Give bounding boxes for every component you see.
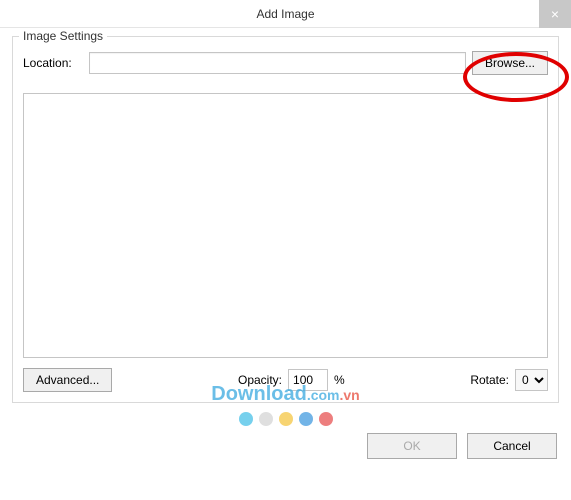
content-area: Image Settings Location: Browse... Advan…: [0, 28, 571, 415]
opacity-label: Opacity:: [238, 373, 282, 387]
dialog-footer: OK Cancel: [0, 415, 571, 477]
location-label: Location:: [23, 56, 83, 70]
opacity-unit: %: [334, 373, 345, 387]
ok-button[interactable]: OK: [367, 433, 457, 459]
rotate-select[interactable]: 0: [515, 369, 548, 391]
location-input[interactable]: [89, 52, 466, 74]
opacity-input[interactable]: [288, 369, 328, 391]
options-row: Advanced... Opacity: % Rotate: 0: [23, 368, 548, 392]
advanced-button[interactable]: Advanced...: [23, 368, 112, 392]
location-row: Location: Browse...: [23, 47, 548, 83]
title-bar: Add Image ×: [0, 0, 571, 28]
close-icon: ×: [551, 6, 559, 22]
window-title: Add Image: [256, 7, 314, 21]
browse-button[interactable]: Browse...: [472, 51, 548, 75]
rotate-label: Rotate:: [470, 373, 509, 387]
fieldset-legend: Image Settings: [19, 29, 107, 43]
image-settings-fieldset: Image Settings Location: Browse... Advan…: [12, 36, 559, 403]
image-preview: [23, 93, 548, 358]
cancel-button[interactable]: Cancel: [467, 433, 557, 459]
close-button[interactable]: ×: [539, 0, 571, 28]
